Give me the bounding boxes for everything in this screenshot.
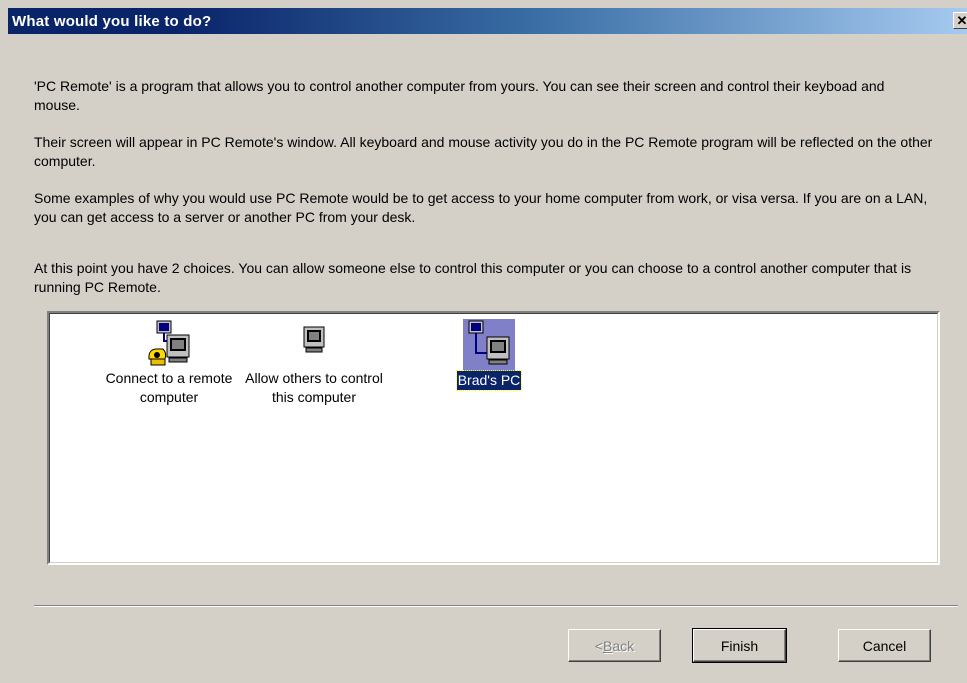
footer-divider bbox=[34, 605, 958, 607]
computer-phone-icon bbox=[148, 320, 190, 366]
list-item-brads-pc[interactable]: Brad's PC bbox=[429, 319, 549, 391]
intro-paragraph-1: 'PC Remote' is a program that allows you… bbox=[34, 78, 885, 113]
finish-button[interactable]: Finish bbox=[692, 628, 787, 663]
list-item-label: Connect to a remote computer bbox=[105, 370, 233, 405]
choices-list[interactable]: Connect to a remote computer Allow others… bbox=[47, 311, 940, 565]
networked-computer-icon bbox=[463, 319, 515, 371]
computer-icon bbox=[303, 326, 325, 353]
close-icon: ✕ bbox=[956, 13, 967, 28]
intro-paragraph-3: Some examples of why you would use PC Re… bbox=[34, 190, 928, 225]
cancel-button[interactable]: Cancel bbox=[838, 629, 931, 662]
close-button[interactable]: ✕ bbox=[953, 12, 967, 29]
list-item-allow-control[interactable]: Allow others to control this computer bbox=[229, 319, 399, 407]
list-item-label: Brad's PC bbox=[455, 370, 523, 391]
intro-paragraph-2: Their screen will appear in PC Remote's … bbox=[34, 134, 933, 169]
back-button[interactable]: < Back bbox=[568, 629, 661, 662]
dialog-title: What would you like to do? bbox=[12, 12, 212, 30]
intro-paragraph-4: At this point you have 2 choices. You ca… bbox=[34, 260, 912, 295]
list-item-label: Allow others to control this computer bbox=[245, 370, 383, 405]
title-bar[interactable]: What would you like to do? ✕ bbox=[8, 8, 967, 34]
wizard-dialog: What would you like to do? ✕ 'PC Remote'… bbox=[0, 0, 967, 683]
